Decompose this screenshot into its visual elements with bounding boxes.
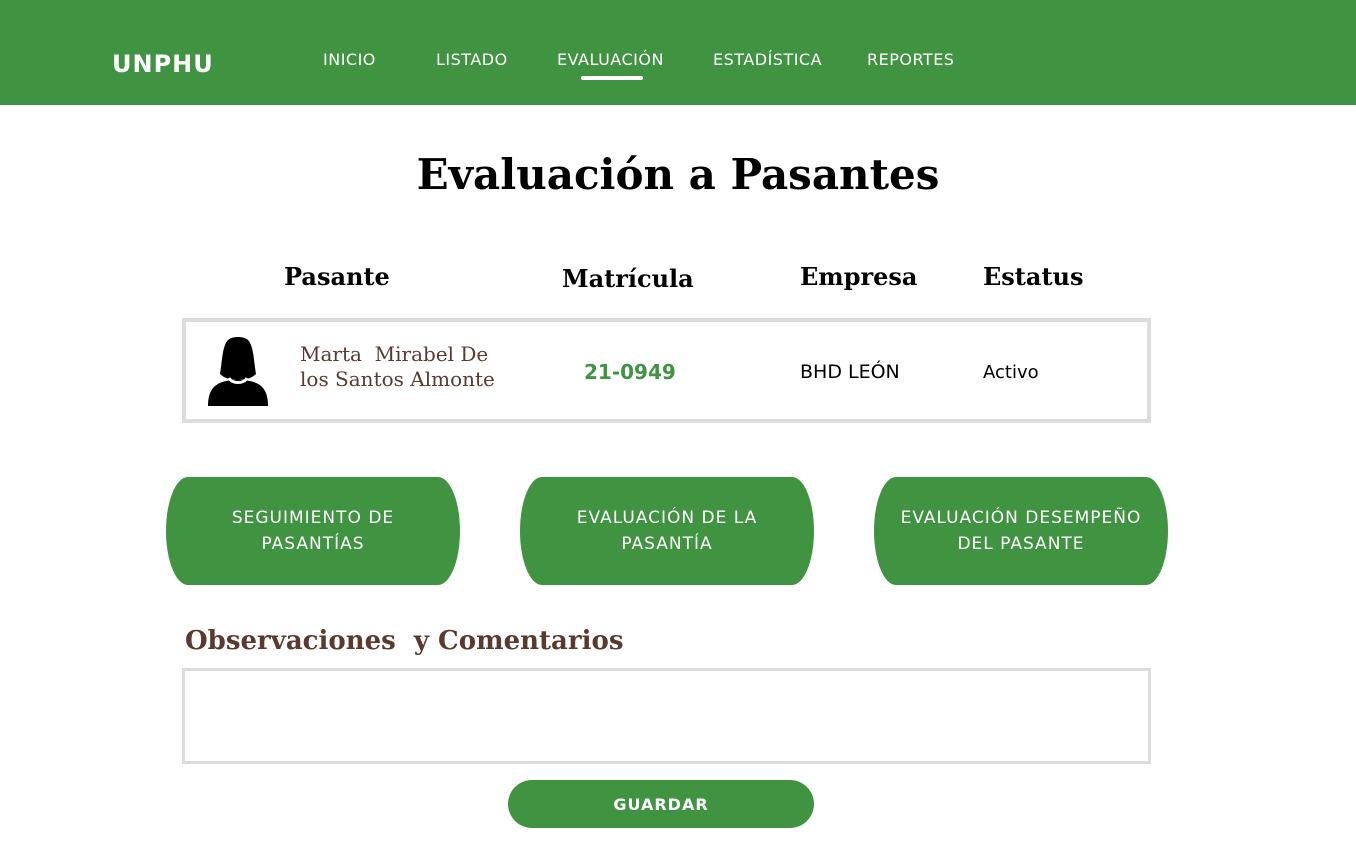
page-title: Evaluación a Pasantes (416, 150, 940, 199)
top-navigation-bar: UNPHU INICIO LISTADO EVALUACIÓN ESTADÍST… (0, 0, 1356, 105)
brand-logo[interactable]: UNPHU (112, 50, 214, 78)
evaluacion-desempeno-label: EVALUACIÓN DESEMPEÑO DEL PASANTE (901, 505, 1142, 557)
evaluacion-label-line-1: EVALUACIÓN DE LA (576, 508, 758, 528)
user-silhouette-icon (206, 334, 270, 406)
nav-item-inicio[interactable]: INICIO (323, 50, 376, 69)
column-header-matricula: Matrícula (562, 264, 694, 293)
seguimiento-label-line-1: SEGUIMIENTO DE (231, 508, 395, 528)
intern-estatus: Activo (983, 362, 1039, 383)
intern-record-row[interactable]: Marta Mirabel De los Santos Almonte 21-0… (182, 318, 1151, 423)
seguimiento-pasantias-label: SEGUIMIENTO DE PASANTÍAS (232, 505, 394, 557)
intern-empresa: BHD LEÓN (800, 361, 900, 383)
nav-active-indicator (581, 76, 643, 80)
column-header-empresa: Empresa (800, 262, 918, 291)
evaluacion-pasantia-button[interactable]: EVALUACIÓN DE LA PASANTÍA (520, 477, 814, 585)
observaciones-textarea[interactable] (182, 668, 1151, 764)
intern-name-line-1: Marta Mirabel De (300, 342, 489, 366)
seguimiento-pasantias-button[interactable]: SEGUIMIENTO DE PASANTÍAS (166, 477, 460, 585)
guardar-button[interactable]: GUARDAR (508, 780, 814, 828)
desempeno-label-line-1: EVALUACIÓN DESEMPEÑO (900, 508, 1142, 528)
evaluacion-label-line-2: PASANTÍA (621, 534, 713, 554)
evaluacion-pasantia-label: EVALUACIÓN DE LA PASANTÍA (577, 505, 757, 557)
seguimiento-label-line-2: PASANTÍAS (261, 534, 365, 554)
evaluacion-desempeno-button[interactable]: EVALUACIÓN DESEMPEÑO DEL PASANTE (874, 477, 1168, 585)
desempeno-label-line-2: DEL PASANTE (957, 534, 1085, 554)
nav-item-estadistica[interactable]: ESTADÍSTICA (713, 50, 822, 69)
intern-matricula: 21-0949 (584, 360, 676, 384)
column-header-estatus: Estatus (983, 262, 1084, 291)
observaciones-heading: Observaciones y Comentarios (185, 626, 624, 656)
nav-item-evaluacion[interactable]: EVALUACIÓN (557, 50, 664, 69)
intern-name-line-2: los Santos Almonte (300, 367, 495, 391)
column-header-pasante: Pasante (284, 262, 390, 291)
intern-name: Marta Mirabel De los Santos Almonte (300, 342, 530, 392)
nav-item-reportes[interactable]: REPORTES (867, 50, 954, 69)
nav-item-listado[interactable]: LISTADO (436, 50, 508, 69)
